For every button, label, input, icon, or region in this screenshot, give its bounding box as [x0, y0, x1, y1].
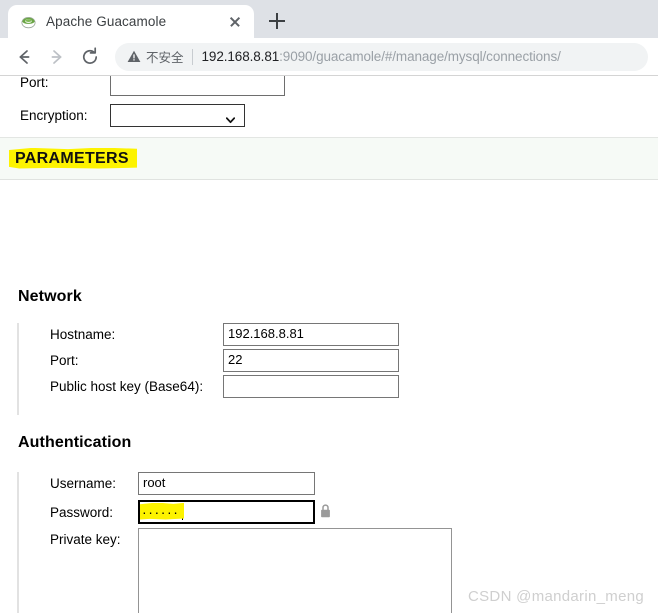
field-row-port-top: Port: [0, 76, 658, 100]
password-dots-text: ······ [142, 503, 180, 520]
field-row-port: Port: 22 [17, 345, 658, 375]
omnibox-divider [191, 48, 193, 65]
private-key-label: Private key: [50, 532, 121, 547]
text-caret [181, 504, 183, 520]
port-input[interactable]: 22 [221, 345, 399, 372]
url-host: 192.168.8.81 [201, 49, 280, 64]
back-icon[interactable] [10, 43, 38, 71]
clipped-top-section: Port: Encryption: [0, 76, 658, 137]
encryption-select[interactable] [110, 104, 245, 127]
hostname-value: 192.168.8.81 [228, 326, 304, 341]
field-row-password: Password: ······ [17, 498, 658, 528]
public-host-key-label: Public host key (Base64): [50, 379, 204, 394]
guacamole-connection-form: Port: Encryption: PARAMETERS Network Hos… [0, 76, 658, 613]
url-text: 192.168.8.81:9090/guacamole/#/manage/mys… [202, 49, 561, 64]
network-heading: Network [18, 288, 82, 305]
password-masked-value: ······ [140, 502, 184, 522]
hostname-input[interactable]: 192.168.8.81 [222, 315, 399, 346]
new-tab-icon[interactable] [262, 6, 292, 36]
browser-tab[interactable]: Apache Guacamole [8, 5, 254, 38]
password-input[interactable]: ······ [138, 500, 315, 524]
guacamole-favicon [20, 13, 37, 30]
port-label: Port: [50, 353, 79, 368]
field-row-hostname: Hostname: 192.168.8.81 [17, 315, 658, 349]
security-label: 不安全 [146, 51, 184, 65]
warning-triangle-icon [127, 50, 141, 63]
field-row-encryption: Encryption: [0, 104, 658, 132]
private-key-textarea[interactable] [138, 528, 452, 613]
tab-strip: Apache Guacamole [0, 0, 658, 38]
parameters-section-header: PARAMETERS [0, 137, 658, 180]
network-field-group: Hostname: 192.168.8.81 Port: 22 Public h… [0, 315, 658, 415]
watermark: CSDN @mandarin_meng [468, 588, 644, 605]
authentication-heading: Authentication [18, 434, 132, 451]
encryption-label: Encryption: [20, 108, 88, 123]
security-status[interactable]: 不安全 [127, 47, 184, 66]
field-row-public-host-key: Public host key (Base64): [17, 375, 658, 401]
parameters-title: PARAMETERS [9, 147, 137, 169]
public-host-key-input[interactable] [223, 375, 399, 398]
forward-icon[interactable] [43, 43, 71, 71]
address-bar[interactable]: 不安全 192.168.8.81:9090/guacamole/#/manage… [115, 42, 648, 71]
browser-toolbar: 不安全 192.168.8.81:9090/guacamole/#/manage… [0, 38, 658, 76]
hostname-label: Hostname: [50, 327, 116, 342]
reload-icon[interactable] [76, 43, 104, 71]
username-label: Username: [50, 476, 117, 491]
port-value: 22 [228, 352, 243, 367]
username-value: root [143, 475, 166, 490]
lock-icon [320, 504, 331, 518]
password-label: Password: [50, 505, 114, 520]
chevron-down-icon [225, 112, 236, 124]
port-top-label: Port: [20, 76, 49, 90]
browser-chrome: Apache Guacamole 不安全 192.168.8.81:9090/g… [0, 0, 658, 76]
field-row-username: Username: root [17, 470, 658, 498]
url-path: :9090/guacamole/#/manage/mysql/connectio… [279, 49, 561, 64]
close-icon[interactable] [226, 13, 244, 31]
port-top-input[interactable] [110, 76, 285, 96]
tab-title: Apache Guacamole [46, 14, 167, 29]
username-input[interactable]: root [138, 470, 315, 495]
parameters-title-text: PARAMETERS [15, 149, 129, 167]
